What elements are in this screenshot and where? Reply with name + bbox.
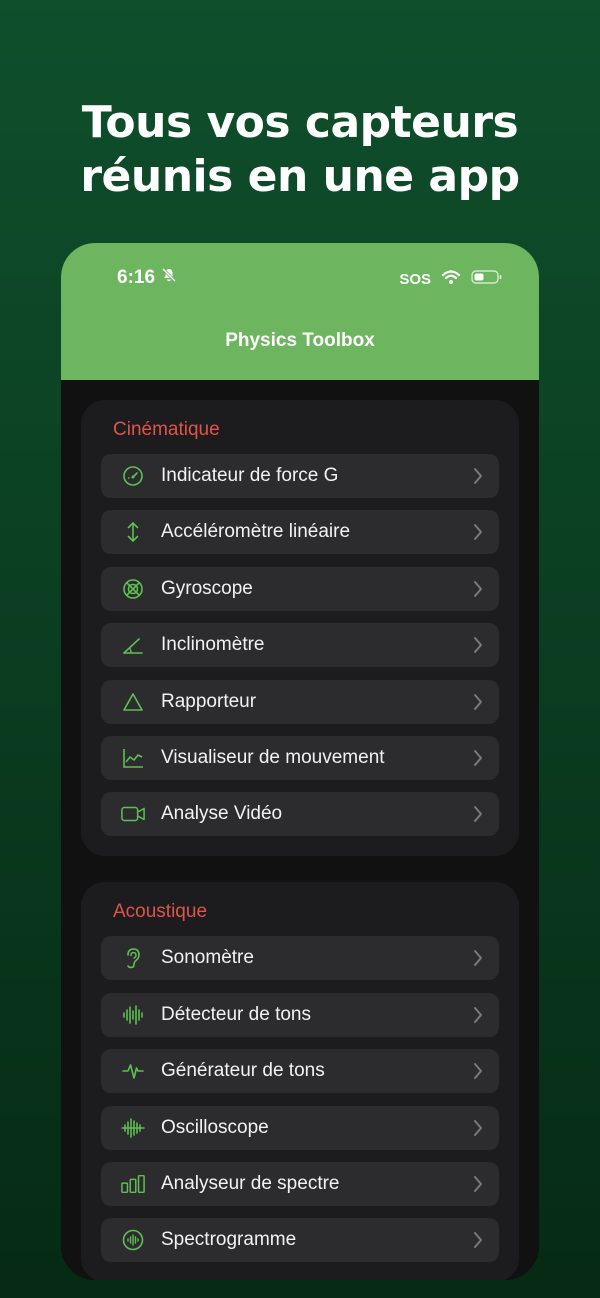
chevron-right-icon [471,466,485,486]
waveform-icon [121,1003,145,1027]
list-item-oscilloscope[interactable]: Oscilloscope [101,1105,499,1150]
list-item-label: Accéléromètre linéaire [161,521,351,543]
list-item-label: Gyroscope [161,577,253,599]
spectrum-bars-icon [121,1172,145,1196]
headline-line-2: réunis en une app [80,151,520,202]
wifi-icon [441,269,461,289]
section-title: Acoustique [113,901,208,923]
status-right: SOS [399,269,503,289]
chevron-right-icon [471,804,485,824]
list-item-label: Rapporteur [161,690,257,712]
headline: Tous vos capteurs réunis en une app [0,96,600,204]
ear-icon [121,946,145,970]
list-item-label: Oscilloscope [161,1116,269,1138]
status-time-group: 6:16 [117,267,177,289]
section-acoustique: Acoustique Sonomètre Détecteur de tons G… [81,882,519,1280]
spectrogram-icon [121,1228,145,1252]
battery-icon [471,269,503,289]
list-item-rapporteur[interactable]: Rapporteur [101,679,499,724]
app-content: Cinématique Indicateur de force G Accélé… [61,380,539,1280]
section-cinematique: Cinématique Indicateur de force G Accélé… [81,400,519,857]
list-item-label: Visualiseur de mouvement [161,746,385,768]
list-item-label: Analyse Vidéo [161,803,283,825]
up-down-arrow-icon [121,520,145,544]
status-time: 6:16 [117,267,156,288]
oscilloscope-icon [121,1116,145,1140]
list-item-visualiseur-mouvement[interactable]: Visualiseur de mouvement [101,735,499,780]
chevron-right-icon [471,948,485,968]
list-item-label: Générateur de tons [161,1060,325,1082]
phone-screen: 6:16 SOS Physics Toolbox Cinématique Ind… [61,243,539,1280]
list-item-label: Analyseur de spectre [161,1172,340,1194]
gauge-icon [121,464,145,488]
list-item-sonometre[interactable]: Sonomètre [101,936,499,981]
chevron-right-icon [471,1174,485,1194]
chevron-right-icon [471,579,485,599]
app-title: Physics Toolbox [225,330,375,351]
sos-label: SOS [399,270,431,288]
pulse-icon [121,1059,145,1083]
chevron-right-icon [471,1118,485,1138]
chevron-right-icon [471,1230,485,1250]
list-item-accelerometre-lineaire[interactable]: Accéléromètre linéaire [101,510,499,555]
list-item-inclinometre[interactable]: Inclinomètre [101,623,499,668]
triangle-icon [121,690,145,714]
headline-line-1: Tous vos capteurs [81,97,519,148]
chevron-right-icon [471,1005,485,1025]
section-title: Cinématique [113,419,220,440]
list-item-label: Sonomètre [161,947,254,969]
list-item-analyseur-spectre[interactable]: Analyseur de spectre [101,1161,499,1206]
list-item-generateur-tons[interactable]: Générateur de tons [101,1049,499,1094]
video-camera-icon [121,802,145,826]
chevron-right-icon [471,522,485,542]
list-item-indicateur-force-g[interactable]: Indicateur de force G [101,454,499,498]
line-chart-icon [121,746,145,770]
gyroscope-icon [121,577,145,601]
bell-muted-icon [161,267,177,289]
list-item-detecteur-tons[interactable]: Détecteur de tons [101,992,499,1037]
list-item-label: Indicateur de force G [161,465,339,486]
chevron-right-icon [471,692,485,712]
chevron-right-icon [471,1061,485,1081]
list-item-gyroscope[interactable]: Gyroscope [101,566,499,611]
chevron-right-icon [471,748,485,768]
list-item-label: Inclinomètre [161,634,265,656]
list-item-analyse-video[interactable]: Analyse Vidéo [101,792,499,837]
list-item-spectrogramme[interactable]: Spectrogramme [101,1218,499,1263]
list-item-label: Spectrogramme [161,1229,297,1251]
app-header: 6:16 SOS Physics Toolbox [61,243,539,380]
list-item-label: Détecteur de tons [161,1003,311,1025]
chevron-right-icon [471,635,485,655]
angle-icon [121,633,145,657]
